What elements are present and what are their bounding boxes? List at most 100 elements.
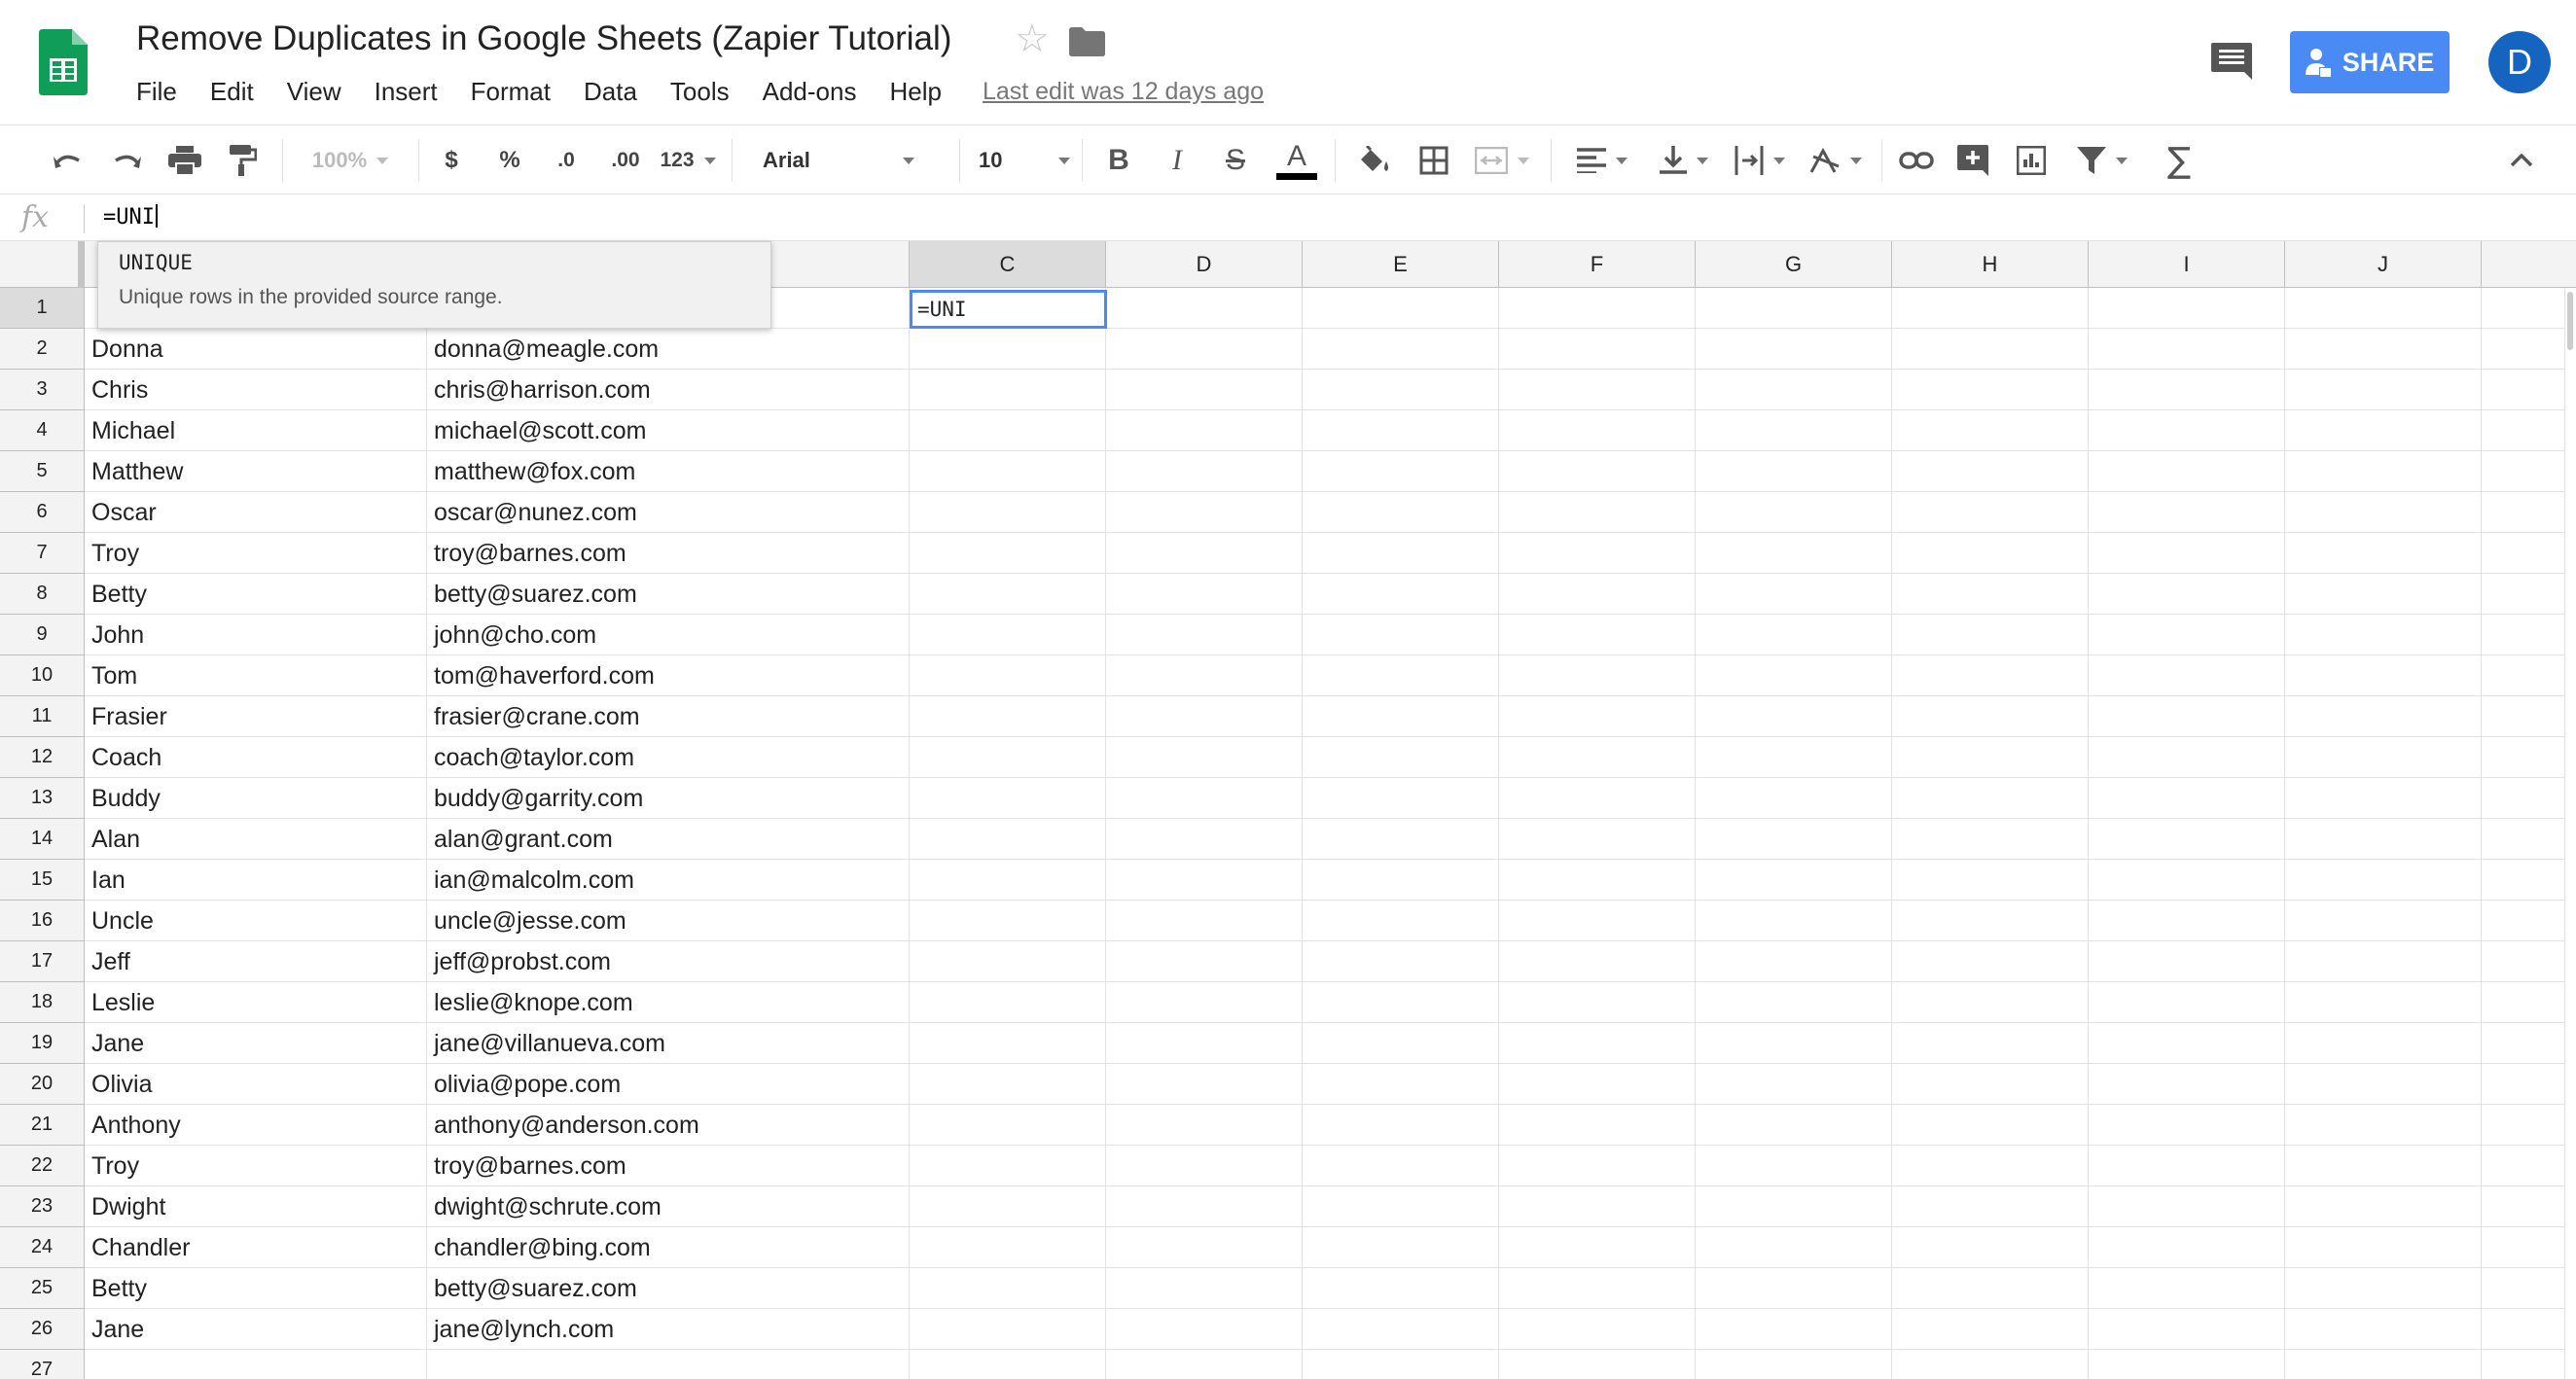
cell-empty[interactable] xyxy=(1696,982,1892,1023)
cell-empty[interactable] xyxy=(2089,615,2285,655)
cell-empty[interactable] xyxy=(2285,1350,2482,1379)
cell-empty[interactable] xyxy=(1696,533,1892,574)
cell-empty[interactable] xyxy=(1303,901,1499,941)
cell-empty[interactable] xyxy=(1499,533,1696,574)
row-header[interactable]: 24 xyxy=(0,1227,85,1268)
cell-empty[interactable] xyxy=(2285,1309,2482,1350)
cell-empty[interactable] xyxy=(2089,1350,2285,1379)
cell-name[interactable]: Alan xyxy=(85,819,427,860)
cell-empty[interactable] xyxy=(1499,737,1696,778)
cell-email[interactable]: chris@harrison.com xyxy=(427,370,910,410)
cell-empty[interactable] xyxy=(2482,901,2576,941)
cell-empty[interactable] xyxy=(2482,737,2576,778)
cell-empty[interactable] xyxy=(1696,778,1892,819)
cell-empty[interactable] xyxy=(2089,329,2285,370)
cell-empty[interactable] xyxy=(910,1268,1106,1309)
cell-empty[interactable] xyxy=(2285,533,2482,574)
autocomplete-popup[interactable]: UNIQUE Unique rows in the provided sourc… xyxy=(97,241,771,329)
cell-empty[interactable] xyxy=(2482,1268,2576,1309)
folder-icon[interactable] xyxy=(1069,27,1105,56)
cell-empty[interactable] xyxy=(2285,1227,2482,1268)
cell-empty[interactable] xyxy=(1696,1268,1892,1309)
cell-email[interactable]: leslie@knope.com xyxy=(427,982,910,1023)
cell-empty[interactable] xyxy=(1303,451,1499,492)
cell-empty[interactable] xyxy=(910,860,1106,901)
cell-name[interactable]: Donna xyxy=(85,329,427,370)
cell-empty[interactable] xyxy=(910,778,1106,819)
cell-empty[interactable] xyxy=(1106,1309,1303,1350)
cell-empty[interactable] xyxy=(1303,778,1499,819)
row-header[interactable]: 4 xyxy=(0,410,85,451)
cell-name[interactable]: Jane xyxy=(85,1023,427,1064)
cell-empty[interactable] xyxy=(1499,1146,1696,1186)
cell-empty[interactable] xyxy=(1696,1309,1892,1350)
cell-name[interactable]: Jane xyxy=(85,1309,427,1350)
cell-empty[interactable] xyxy=(1892,941,2089,982)
cell-empty[interactable] xyxy=(2089,533,2285,574)
cell-empty[interactable] xyxy=(1303,492,1499,533)
cell-empty[interactable] xyxy=(2089,1023,2285,1064)
cell-empty[interactable] xyxy=(1696,1105,1892,1146)
percent-format-button[interactable]: % xyxy=(486,125,533,195)
cell-empty[interactable] xyxy=(2089,1227,2285,1268)
star-icon[interactable]: ☆ xyxy=(1015,19,1050,58)
increase-decimal-button[interactable]: .00 xyxy=(599,125,652,195)
cell-empty[interactable] xyxy=(1696,1186,1892,1227)
row-header[interactable]: 13 xyxy=(0,778,85,819)
menu-add-ons[interactable]: Add-ons xyxy=(763,77,857,107)
cell-name[interactable]: Buddy xyxy=(85,778,427,819)
column-header[interactable]: H xyxy=(1892,241,2089,288)
cell-empty[interactable] xyxy=(1892,1350,2089,1379)
cell-empty[interactable] xyxy=(2285,1268,2482,1309)
cell-empty[interactable] xyxy=(2482,451,2576,492)
menu-tools[interactable]: Tools xyxy=(670,77,730,107)
paint-format-icon[interactable] xyxy=(222,125,265,195)
cell-empty[interactable] xyxy=(1106,860,1303,901)
cell-empty[interactable] xyxy=(1892,778,2089,819)
cell-empty[interactable] xyxy=(2089,941,2285,982)
cell-empty[interactable] xyxy=(1106,1105,1303,1146)
cell-empty[interactable] xyxy=(2482,492,2576,533)
cell-empty[interactable] xyxy=(910,492,1106,533)
font-size-select[interactable]: 10 xyxy=(969,125,1070,195)
cell-empty[interactable] xyxy=(1499,574,1696,615)
cell-empty[interactable] xyxy=(2089,860,2285,901)
cell-empty[interactable] xyxy=(910,819,1106,860)
cell-email[interactable]: troy@barnes.com xyxy=(427,533,910,574)
cell-empty[interactable] xyxy=(2285,901,2482,941)
insert-comment-icon[interactable] xyxy=(1951,125,1994,195)
cell-empty[interactable] xyxy=(2285,329,2482,370)
cell-empty[interactable] xyxy=(1303,1268,1499,1309)
cell-empty[interactable] xyxy=(1696,737,1892,778)
cell-name[interactable]: Tom xyxy=(85,655,427,696)
insert-link-icon[interactable] xyxy=(1895,125,1938,195)
cell-empty[interactable] xyxy=(2285,370,2482,410)
cell-empty[interactable] xyxy=(1499,370,1696,410)
cell-empty[interactable] xyxy=(2089,410,2285,451)
row-header[interactable]: 5 xyxy=(0,451,85,492)
last-edit-link[interactable]: Last edit was 12 days ago xyxy=(983,78,1264,106)
cell-name[interactable]: Michael xyxy=(85,410,427,451)
cell-empty[interactable] xyxy=(1106,696,1303,737)
cell-empty[interactable] xyxy=(1892,1023,2089,1064)
cell-empty[interactable] xyxy=(1303,1105,1499,1146)
cell-empty[interactable] xyxy=(1892,737,2089,778)
cell-email[interactable]: jane@lynch.com xyxy=(427,1309,910,1350)
cell-empty[interactable] xyxy=(2285,492,2482,533)
cell-empty[interactable] xyxy=(1106,1186,1303,1227)
row-header[interactable]: 15 xyxy=(0,860,85,901)
cell-empty[interactable] xyxy=(2089,1064,2285,1105)
cell-email[interactable]: michael@scott.com xyxy=(427,410,910,451)
cell-empty[interactable] xyxy=(2089,574,2285,615)
cell-empty[interactable] xyxy=(2285,1064,2482,1105)
cell-empty[interactable] xyxy=(2285,451,2482,492)
currency-format-button[interactable]: $ xyxy=(428,125,475,195)
cell-email[interactable]: uncle@jesse.com xyxy=(427,901,910,941)
cell-empty[interactable] xyxy=(2482,1227,2576,1268)
cell-empty[interactable] xyxy=(910,1064,1106,1105)
sheets-logo-icon[interactable] xyxy=(39,29,88,95)
cell-empty[interactable] xyxy=(1892,1186,2089,1227)
cell-empty[interactable] xyxy=(910,941,1106,982)
cell-name[interactable]: Troy xyxy=(85,533,427,574)
row-header[interactable]: 8 xyxy=(0,574,85,615)
